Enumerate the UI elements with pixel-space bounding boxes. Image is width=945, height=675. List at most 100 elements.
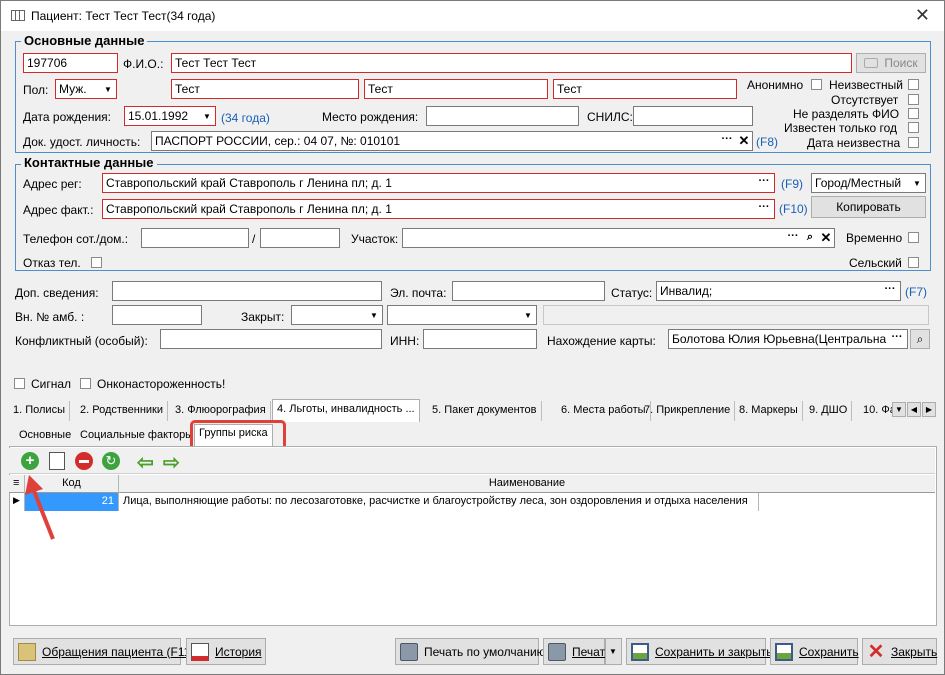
history-button[interactable]: История [186, 638, 266, 665]
refuse-phone-checkbox[interactable] [91, 257, 102, 268]
arrow-left-icon[interactable]: ⇦ [137, 450, 154, 475]
tab-dsho[interactable]: 9. ДШО [805, 401, 853, 421]
known-only-year-checkbox[interactable] [908, 122, 919, 133]
close-label: Закрыть [891, 644, 938, 659]
sex-value: Муж. [59, 82, 87, 96]
amb-number-label: Вн. № амб. : [15, 310, 85, 324]
print-dropdown-button[interactable]: ▼ [605, 638, 622, 665]
edit-icon[interactable] [49, 452, 65, 470]
card-location-field[interactable]: Болотова Юлия Юрьевна(Центральна ··· [668, 329, 908, 349]
closed-reason-select[interactable]: ▼ [387, 305, 537, 325]
clear-icon[interactable]: ✕ [737, 132, 751, 150]
appeals-button[interactable]: Обращения пациента (F11) [13, 638, 194, 665]
sex-select[interactable]: Муж. ▼ [55, 79, 117, 99]
tab-policies[interactable]: 1. Полисы [9, 401, 70, 421]
search-button[interactable]: Поиск [856, 53, 926, 73]
home-phone-field[interactable] [260, 228, 340, 248]
tab-relatives[interactable]: 2. Родственники [76, 401, 169, 421]
district-field[interactable]: ··· ⌕ ✕ [402, 228, 835, 248]
chevron-down-icon[interactable]: ▼ [892, 402, 906, 417]
onco-checkbox[interactable] [80, 378, 91, 389]
locality-select[interactable]: Город/Местный ▼ [811, 173, 926, 193]
tab-documents[interactable]: 5. Пакет документов [428, 401, 542, 421]
closed-select[interactable]: ▼ [291, 305, 383, 325]
remove-icon[interactable] [75, 452, 93, 470]
status-hotkey: (F7) [905, 285, 927, 299]
amb-number-field[interactable] [112, 305, 202, 325]
annotation-arrow-icon [25, 475, 55, 540]
anonymous-checkbox[interactable] [811, 79, 822, 90]
tab-fluorography[interactable]: 3. Флюорография [171, 401, 271, 421]
chevron-right-icon[interactable]: ▶ [922, 402, 936, 417]
tab-attachment[interactable]: 7. Прикрепление [640, 401, 736, 421]
print-default-button[interactable]: Печать по умолчанию [395, 638, 546, 665]
date-unknown-label: Дата неизвестна [807, 136, 901, 150]
fact-address-field[interactable]: Ставропольский край Ставрополь г Ленина … [102, 199, 775, 219]
no-split-fio-checkbox[interactable] [908, 108, 919, 119]
ellipsis-icon[interactable]: ··· [718, 132, 736, 150]
print-button[interactable]: Печать [543, 638, 611, 665]
doc-field[interactable]: ПАСПОРТ РОССИИ, сер.: 04 07, №: 010101 ·… [151, 131, 753, 151]
fio-label: Ф.И.О.: [123, 57, 164, 71]
column-name[interactable]: Наименование [119, 475, 935, 493]
temporary-label: Временно [846, 231, 903, 245]
patronymic-field[interactable]: Тест [553, 79, 737, 99]
date-unknown-checkbox[interactable] [908, 137, 919, 148]
table-row[interactable]: ▶ 21 Лица, выполняющие работы: по лесоза… [9, 493, 935, 511]
chevron-down-icon: ▼ [524, 310, 532, 320]
patient-id-field[interactable]: 197706 [23, 53, 118, 73]
add-info-label: Доп. сведения: [15, 286, 99, 300]
inn-field[interactable] [423, 329, 537, 349]
subtab-main[interactable]: Основные [15, 427, 75, 445]
status-field[interactable]: Инвалид; ··· [656, 281, 901, 301]
unknown-checkbox[interactable] [908, 79, 919, 90]
email-field[interactable] [452, 281, 605, 301]
subtab-social[interactable]: Социальные факторы [76, 427, 197, 445]
copy-button[interactable]: Копировать [811, 196, 926, 218]
conflict-field[interactable] [160, 329, 382, 349]
snils-field[interactable] [633, 106, 753, 126]
appeals-label: Обращения пациента (F11) [42, 644, 195, 659]
birthplace-field[interactable] [426, 106, 579, 126]
save-button[interactable]: Сохранить [770, 638, 859, 665]
close-button[interactable]: ✕ Закрыть [862, 638, 937, 665]
save-close-icon [631, 642, 649, 661]
ellipsis-icon[interactable]: ··· [888, 330, 906, 348]
search-button-label: Поиск [884, 56, 918, 70]
close-icon[interactable]: ✕ [915, 5, 930, 26]
chevron-down-icon: ▼ [370, 310, 378, 320]
card-search-button[interactable]: ⌕ [910, 329, 930, 349]
tab-workplaces[interactable]: 6. Места работы [557, 401, 651, 421]
surname-field[interactable]: Тест [171, 79, 359, 99]
absent-checkbox[interactable] [908, 94, 919, 105]
row-name[interactable]: Лица, выполняющие работы: по лесозаготов… [119, 493, 759, 511]
tab-benefits[interactable]: 4. Льготы, инвалидность ... [272, 399, 420, 422]
locality-value: Город/Местный [815, 176, 902, 190]
signal-checkbox[interactable] [14, 378, 25, 389]
window-title: Пациент: Тест Тест Тест(34 года) [31, 9, 216, 23]
clear-icon[interactable]: ✕ [819, 229, 833, 247]
temporary-checkbox[interactable] [908, 232, 919, 243]
ellipsis-icon[interactable]: ··· [881, 282, 899, 300]
age-text: (34 года) [221, 111, 270, 125]
search-icon[interactable]: ⌕ [803, 229, 817, 247]
add-icon[interactable]: + [21, 452, 39, 470]
refresh-icon[interactable]: ↻ [102, 452, 120, 470]
rural-checkbox[interactable] [908, 257, 919, 268]
save-icon [775, 642, 793, 661]
ellipsis-icon[interactable]: ··· [755, 174, 773, 192]
name-field[interactable]: Тест [364, 79, 548, 99]
reg-address-field[interactable]: Ставропольский край Ставрополь г Ленина … [102, 173, 775, 193]
refuse-phone-label: Отказ тел. [23, 256, 81, 270]
birth-date-field[interactable]: 15.01.1992 ▼ [124, 106, 216, 126]
fio-field[interactable]: Тест Тест Тест [171, 53, 852, 73]
mobile-phone-field[interactable] [141, 228, 249, 248]
reg-address-label: Адрес рег: [23, 177, 82, 191]
ellipsis-icon[interactable]: ··· [784, 229, 802, 247]
arrow-right-icon[interactable]: ⇨ [163, 450, 180, 475]
add-info-field[interactable] [112, 281, 382, 301]
ellipsis-icon[interactable]: ··· [755, 200, 773, 218]
chevron-left-icon[interactable]: ◀ [907, 402, 921, 417]
save-close-button[interactable]: Сохранить и закрыть [626, 638, 772, 665]
tab-markers[interactable]: 8. Маркеры [735, 401, 803, 421]
